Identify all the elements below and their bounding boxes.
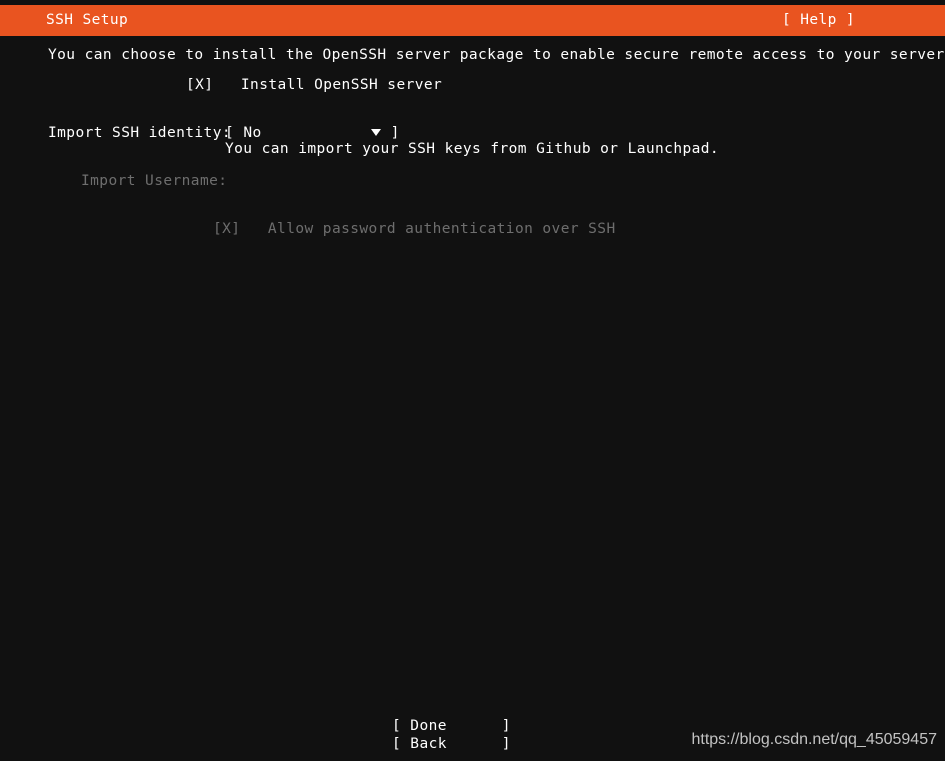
- done-button[interactable]: [ Done ]: [392, 717, 511, 735]
- install-openssh-label: Install OpenSSH server: [240, 77, 443, 93]
- import-identity-help-text: You can import your SSH keys from Github…: [225, 141, 720, 157]
- page-title: SSH Setup: [46, 12, 129, 29]
- intro-text: You can choose to install the OpenSSH se…: [48, 47, 945, 63]
- footer-buttons: [ Done ] [ Back ]: [392, 717, 511, 753]
- help-button[interactable]: [ Help ]: [782, 13, 855, 28]
- import-identity-label: Import SSH identity:: [48, 125, 231, 141]
- back-button[interactable]: [ Back ]: [392, 735, 511, 753]
- chevron-down-icon[interactable]: [371, 128, 382, 136]
- title-bar: SSH Setup [ Help ]: [0, 5, 945, 36]
- allow-password-auth-checkbox[interactable]: [X]: [213, 221, 240, 237]
- allow-password-auth-label: Allow password authentication over SSH: [267, 221, 616, 237]
- install-openssh-checkbox-row[interactable]: [X] Install OpenSSH server: [186, 73, 442, 97]
- main-content: You can choose to install the OpenSSH se…: [0, 36, 945, 761]
- allow-password-auth-checkbox-row[interactable]: [X] Allow password authentication over S…: [213, 217, 616, 241]
- import-username-field-row[interactable]: Import Username:: [81, 169, 227, 193]
- import-username-label: Import Username:: [81, 173, 228, 189]
- watermark-url: https://blog.csdn.net/qq_45059457: [691, 731, 937, 748]
- install-openssh-checkbox[interactable]: [X]: [186, 77, 213, 93]
- installer-screen: SSH Setup [ Help ] You can choose to ins…: [0, 0, 945, 761]
